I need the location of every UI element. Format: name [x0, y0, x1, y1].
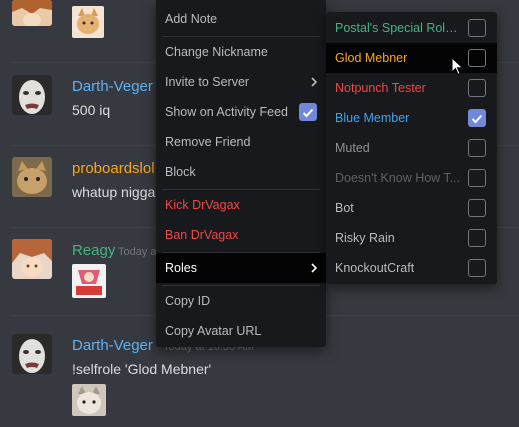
menu-item-label: Show on Activity Feed [165, 105, 288, 119]
menu-item-remove-friend[interactable]: Remove Friend [156, 127, 326, 157]
message-text: !selfrole 'Glod Mebner' [72, 361, 212, 377]
role-checkbox[interactable] [468, 49, 486, 67]
avatar[interactable] [12, 0, 52, 26]
role-item[interactable]: Muted [326, 133, 497, 163]
role-item[interactable]: Glod Mebner [326, 43, 497, 73]
menu-item-kick[interactable]: Kick DrVagax [156, 190, 326, 220]
attachment-image[interactable] [72, 6, 104, 38]
menu-item-label: Change Nickname [165, 45, 268, 59]
checkbox-checked[interactable] [299, 103, 317, 121]
role-name: Postal's Special Role ... [335, 21, 461, 35]
role-checkbox[interactable] [468, 139, 486, 157]
user-context-menu: Add Note Change Nickname Invite to Serve… [156, 0, 326, 347]
message-text: whatup nigga [72, 184, 156, 200]
message-text: 500 iq [72, 102, 111, 118]
role-item[interactable]: Bot [326, 193, 497, 223]
role-name: Bot [335, 201, 354, 215]
role-item[interactable]: Notpunch Tester [326, 73, 497, 103]
role-item[interactable]: Blue Member [326, 103, 497, 133]
attachment-image[interactable] [72, 264, 106, 298]
role-name: Glod Mebner [335, 51, 408, 65]
username[interactable]: Darth-Veger [72, 78, 153, 95]
role-name: Blue Member [335, 111, 410, 125]
role-checkbox[interactable] [468, 19, 486, 37]
menu-item-label: Remove Friend [165, 135, 251, 149]
menu-item-label: Copy Avatar URL [165, 324, 262, 338]
avatar[interactable] [12, 157, 52, 197]
menu-item-change-nickname[interactable]: Change Nickname [156, 37, 326, 67]
role-name: Muted [335, 141, 370, 155]
message-group: Darth-Veger Today at 10:33 AM !selfrole … [0, 334, 519, 424]
menu-item-label: Invite to Server [165, 75, 250, 89]
menu-item-label: Ban DrVagax [165, 228, 239, 242]
menu-item-roles[interactable]: Roles [156, 253, 326, 283]
role-item[interactable]: Doesn't Know How T... [326, 163, 497, 193]
role-checkbox[interactable] [468, 259, 486, 277]
role-item[interactable]: Risky Rain [326, 223, 497, 253]
role-name: Doesn't Know How T... [335, 171, 461, 185]
attachment-image[interactable] [72, 384, 106, 416]
menu-item-label: Add Note [165, 12, 218, 26]
avatar[interactable] [12, 75, 52, 115]
avatar[interactable] [12, 239, 52, 279]
role-checkbox[interactable] [468, 199, 486, 217]
menu-item-block[interactable]: Block [156, 157, 326, 187]
menu-item-label: Kick DrVagax [165, 198, 240, 212]
menu-item-ban[interactable]: Ban DrVagax [156, 220, 326, 250]
role-name: KnockoutCraft [335, 261, 415, 275]
role-checkbox-checked[interactable] [468, 109, 486, 127]
menu-item-copy-id[interactable]: Copy ID [156, 286, 326, 316]
role-checkbox[interactable] [468, 169, 486, 187]
username[interactable]: Reagy [72, 242, 115, 259]
role-name: Notpunch Tester [335, 81, 426, 95]
timestamp: Today a [118, 246, 157, 258]
menu-item-add-note[interactable]: Add Note [156, 4, 326, 34]
menu-item-copy-avatar-url[interactable]: Copy Avatar URL [156, 316, 326, 346]
role-checkbox[interactable] [468, 79, 486, 97]
menu-item-show-on-activity-feed[interactable]: Show on Activity Feed [156, 97, 326, 127]
menu-item-invite-to-server[interactable]: Invite to Server [156, 67, 326, 97]
checkmark-icon [471, 114, 483, 124]
menu-item-label: Roles [165, 261, 197, 275]
checkmark-icon [302, 108, 314, 118]
menu-item-label: Copy ID [165, 294, 211, 308]
role-name: Risky Rain [335, 231, 395, 245]
avatar[interactable] [12, 334, 52, 374]
username[interactable]: Darth-Veger [72, 337, 153, 354]
menu-item-label: Block [165, 165, 196, 179]
roles-submenu: Postal's Special Role ... Glod Mebner No… [326, 12, 497, 284]
mouse-cursor-icon [451, 57, 464, 76]
username[interactable]: proboardslol [72, 160, 155, 177]
role-item[interactable]: Postal's Special Role ... [326, 13, 497, 43]
role-item[interactable]: KnockoutCraft [326, 253, 497, 283]
role-checkbox[interactable] [468, 229, 486, 247]
